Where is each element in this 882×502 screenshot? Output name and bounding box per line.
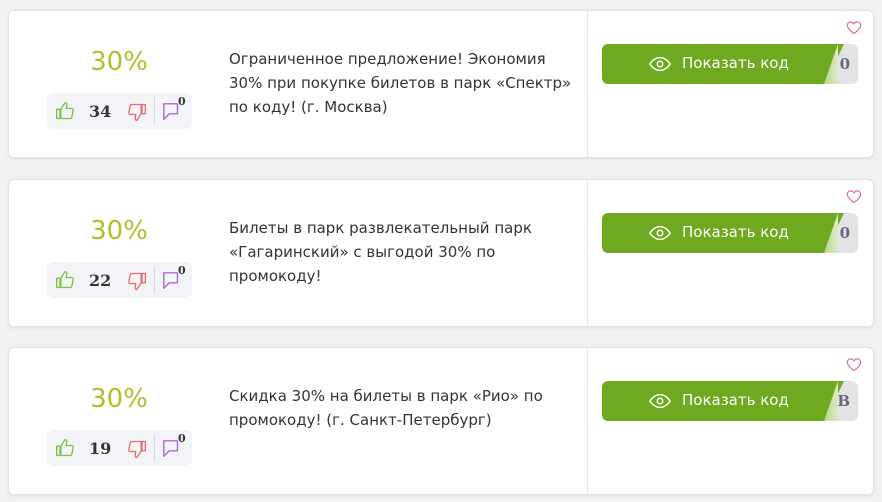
vote-divider [154,97,155,125]
show-code-button[interactable]: Показать код [602,44,844,84]
vote-divider [154,266,155,294]
eye-icon [649,393,671,409]
thumb-down-icon[interactable] [127,439,147,459]
like-count: 34 [89,102,112,121]
show-code-button[interactable]: Показать код [602,381,844,421]
show-code-label: Показать код [682,391,789,409]
card-divider [587,11,588,157]
coupon-card: 30% 22 0 Билеты в парк развлекательный п… [8,179,874,327]
coupon-card: 30% 34 0 Ограниченное предложение! Эконо… [8,10,874,158]
discount-value: 30% [90,216,148,246]
show-code-button[interactable]: Показать код [602,213,844,253]
discount-value: 30% [90,384,148,414]
coupon-description: Ограниченное предложение! Экономия 30% п… [229,50,572,116]
like-count: 19 [89,439,112,458]
eye-icon [649,225,671,241]
thumb-down-icon[interactable] [127,271,147,291]
vote-panel: 19 0 [47,430,192,466]
comment-count: 0 [178,264,186,277]
coupon-description: Билеты в парк развлекательный парк «Гага… [229,219,532,285]
card-divider [587,348,588,494]
like-count: 22 [89,271,112,290]
show-code-label: Показать код [682,223,789,241]
heart-icon[interactable] [846,20,862,35]
show-code-label: Показать код [682,54,789,72]
thumb-up-icon[interactable] [55,270,75,290]
thumb-up-icon[interactable] [55,438,75,458]
card-divider [587,180,588,326]
vote-divider [154,434,155,462]
eye-icon [649,56,671,72]
discount-value: 30% [90,47,148,77]
heart-icon[interactable] [846,357,862,372]
coupon-card: 30% 19 0 Скидка 30% на билеты в парк «Ри… [8,347,874,495]
comment-count: 0 [178,95,186,108]
thumb-down-icon[interactable] [127,102,147,122]
vote-panel: 22 0 [47,262,192,298]
comment-count: 0 [178,432,186,445]
coupon-description: Скидка 30% на билеты в парк «Рио» по про… [229,387,543,429]
heart-icon[interactable] [846,189,862,204]
vote-panel: 34 0 [47,93,192,129]
thumb-up-icon[interactable] [55,101,75,121]
